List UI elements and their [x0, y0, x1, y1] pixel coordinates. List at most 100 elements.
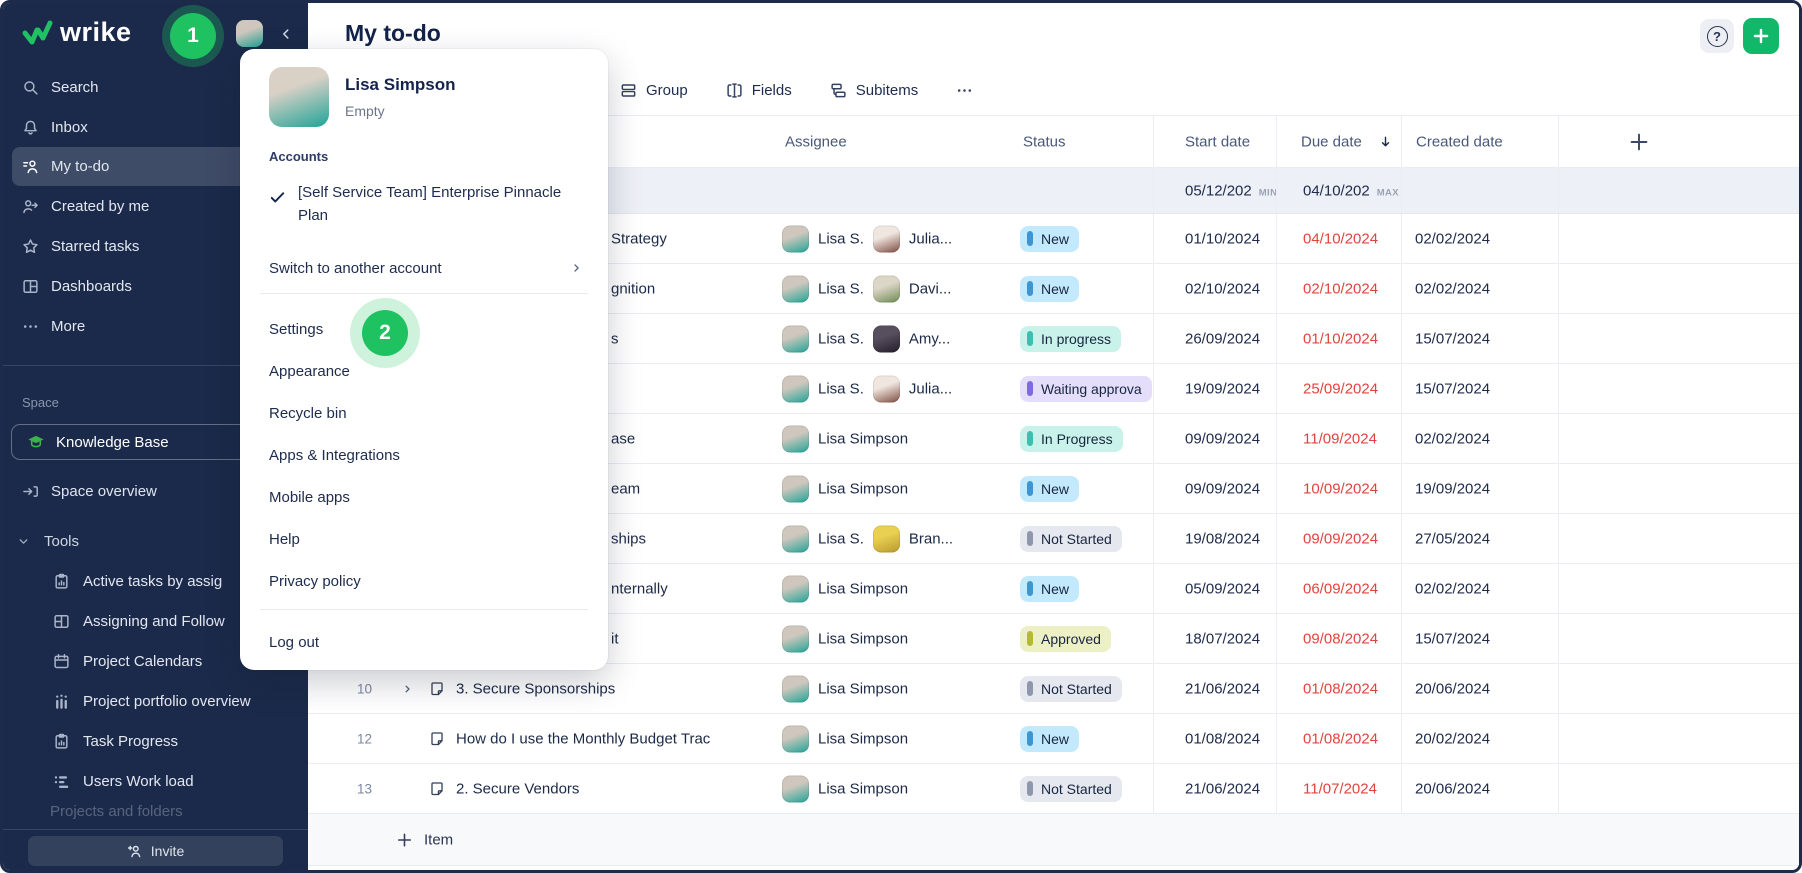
toolbar-group-button[interactable]: Group — [620, 82, 688, 99]
column-separator — [1276, 564, 1277, 613]
column-separator — [1276, 614, 1277, 663]
status-bar — [1027, 531, 1033, 546]
avatar-julia — [873, 225, 900, 252]
sidebar-item-projects-and-folders[interactable]: Projects and folders — [50, 803, 183, 820]
toolbar-more-button[interactable] — [956, 82, 973, 99]
avatar-david — [873, 275, 900, 302]
menu-item-mobile-apps[interactable]: Mobile apps — [240, 476, 608, 518]
status-bar — [1027, 681, 1033, 696]
task-name: 2. Secure Vendors — [456, 780, 579, 797]
created-date-cell: 20/06/2024 — [1415, 780, 1490, 797]
column-header-assignee[interactable]: Assignee — [785, 133, 847, 150]
logout-item[interactable]: Log out — [240, 621, 608, 663]
toolbar-subitems-button[interactable]: Subitems — [830, 82, 919, 99]
assignee-cell[interactable]: Lisa Simpson — [782, 725, 1012, 752]
sidebar-tool-users-work-load[interactable]: Users Work load — [3, 761, 308, 801]
assignee-cell[interactable]: Lisa Simpson — [782, 775, 1012, 802]
status-bar — [1027, 381, 1033, 396]
column-separator — [1153, 364, 1154, 413]
column-separator — [1153, 314, 1154, 363]
task-name: it — [611, 630, 619, 647]
add-item-row[interactable]: Item — [308, 814, 1799, 866]
table-row[interactable]: 13 2. Secure Vendors Lisa Simpson Not Start… — [308, 764, 1799, 814]
switch-account-item[interactable]: Switch to another account — [269, 253, 585, 283]
status-badge[interactable]: New — [1020, 476, 1079, 502]
status-label: Not Started — [1041, 531, 1112, 547]
status-badge[interactable]: New — [1020, 576, 1079, 602]
tool-label: Active tasks by assig — [83, 573, 222, 590]
expand-row-icon[interactable] — [401, 682, 414, 695]
column-separator — [1153, 168, 1154, 213]
row-number: 13 — [346, 781, 372, 796]
table-row[interactable]: 12How do I use the Monthly Budget TracLi… — [308, 714, 1799, 764]
toolbar-fields-button[interactable]: Fields — [726, 82, 792, 99]
add-column-button[interactable] — [1628, 131, 1650, 153]
column-header-due-date[interactable]: Due date — [1301, 133, 1362, 150]
created-date-cell: 02/02/2024 — [1415, 430, 1490, 447]
status-badge[interactable]: Not Started — [1020, 776, 1122, 802]
sidebar-tool-project-portfolio-overview[interactable]: Project portfolio overview — [3, 681, 308, 721]
status-badge[interactable]: New — [1020, 726, 1079, 752]
menu-item-appearance[interactable]: Appearance — [240, 350, 608, 392]
assignee-name: Bran... — [909, 530, 953, 547]
menu-item-recycle-bin[interactable]: Recycle bin — [240, 392, 608, 434]
assignee-cell[interactable]: Lisa S.Julia... — [782, 375, 1012, 402]
column-separator — [1401, 414, 1402, 463]
document-icon — [429, 731, 445, 747]
current-account[interactable]: [Self Service Team] Enterprise Pinnacle … — [298, 181, 566, 227]
status-badge[interactable]: In Progress — [1020, 426, 1123, 452]
sidebar-tool-task-progress[interactable]: Task Progress — [3, 721, 308, 761]
create-new-button[interactable] — [1743, 18, 1779, 54]
due-date-cell: 25/09/2024 — [1303, 380, 1378, 397]
status-label: New — [1041, 281, 1069, 297]
column-header-start-date[interactable]: Start date — [1185, 133, 1250, 150]
assignee-name: Lisa S. — [818, 380, 864, 397]
table-row[interactable]: 103. Secure SponsorshipsLisa SimpsonNot … — [308, 664, 1799, 714]
status-badge[interactable]: New — [1020, 226, 1079, 252]
menu-item-settings[interactable]: Settings — [240, 308, 608, 350]
assignee-cell[interactable]: Lisa Simpson — [782, 575, 1012, 602]
column-header-status[interactable]: Status — [1023, 133, 1066, 150]
column-header-created-date[interactable]: Created date — [1416, 133, 1503, 150]
assignee-cell[interactable]: Lisa Simpson — [782, 475, 1012, 502]
assignee-cell[interactable]: Lisa S.Bran... — [782, 525, 1012, 552]
menu-item-apps-integrations[interactable]: Apps & Integrations — [240, 434, 608, 476]
status-badge[interactable]: Approved — [1020, 626, 1111, 652]
user-menu: Lisa Simpson Empty Accounts [Self Servic… — [240, 49, 608, 670]
menu-item-privacy-policy[interactable]: Privacy policy — [240, 560, 608, 602]
avatar-lisa — [782, 225, 809, 252]
assignee-cell[interactable]: Lisa S.Amy... — [782, 325, 1012, 352]
invite-button[interactable]: Invite — [28, 836, 283, 866]
user-name: Lisa Simpson — [345, 75, 456, 95]
start-date-cell: 09/09/2024 — [1185, 480, 1260, 497]
menu-item-help[interactable]: Help — [240, 518, 608, 560]
status-badge[interactable]: Not Started — [1020, 526, 1122, 552]
sort-descending-icon[interactable] — [1378, 134, 1393, 149]
due-date-cell: 11/07/2024 — [1303, 780, 1377, 797]
assignee-cell[interactable]: Lisa S.Julia... — [782, 225, 1012, 252]
start-date-cell: 05/09/2024 — [1185, 580, 1260, 597]
column-separator — [1153, 116, 1154, 167]
assignee-cell[interactable]: Lisa Simpson — [782, 425, 1012, 452]
clipboard-chart-icon — [53, 733, 70, 750]
column-separator — [1276, 764, 1277, 813]
status-badge[interactable]: Not Started — [1020, 676, 1122, 702]
due-date-cell: 09/08/2024 — [1303, 630, 1378, 647]
ellipsis-icon — [956, 82, 973, 99]
status-badge[interactable]: In progress — [1020, 326, 1121, 352]
status-badge[interactable]: Waiting approva — [1020, 376, 1152, 402]
start-date-cell: 19/09/2024 — [1185, 380, 1260, 397]
help-button[interactable]: ? — [1700, 19, 1734, 53]
user-avatar[interactable] — [236, 20, 263, 47]
avatar-lisa — [782, 275, 809, 302]
sidebar-collapse-icon[interactable] — [275, 21, 297, 47]
subitems-icon — [830, 82, 847, 99]
status-badge[interactable]: New — [1020, 276, 1079, 302]
assignee-cell[interactable]: Lisa Simpson — [782, 625, 1012, 652]
start-date-cell: 19/08/2024 — [1185, 530, 1260, 547]
question-icon: ? — [1707, 26, 1728, 47]
column-separator — [1401, 364, 1402, 413]
assignee-cell[interactable]: Lisa S.Davi... — [782, 275, 1012, 302]
bell-icon — [22, 119, 39, 136]
assignee-cell[interactable]: Lisa Simpson — [782, 675, 1012, 702]
